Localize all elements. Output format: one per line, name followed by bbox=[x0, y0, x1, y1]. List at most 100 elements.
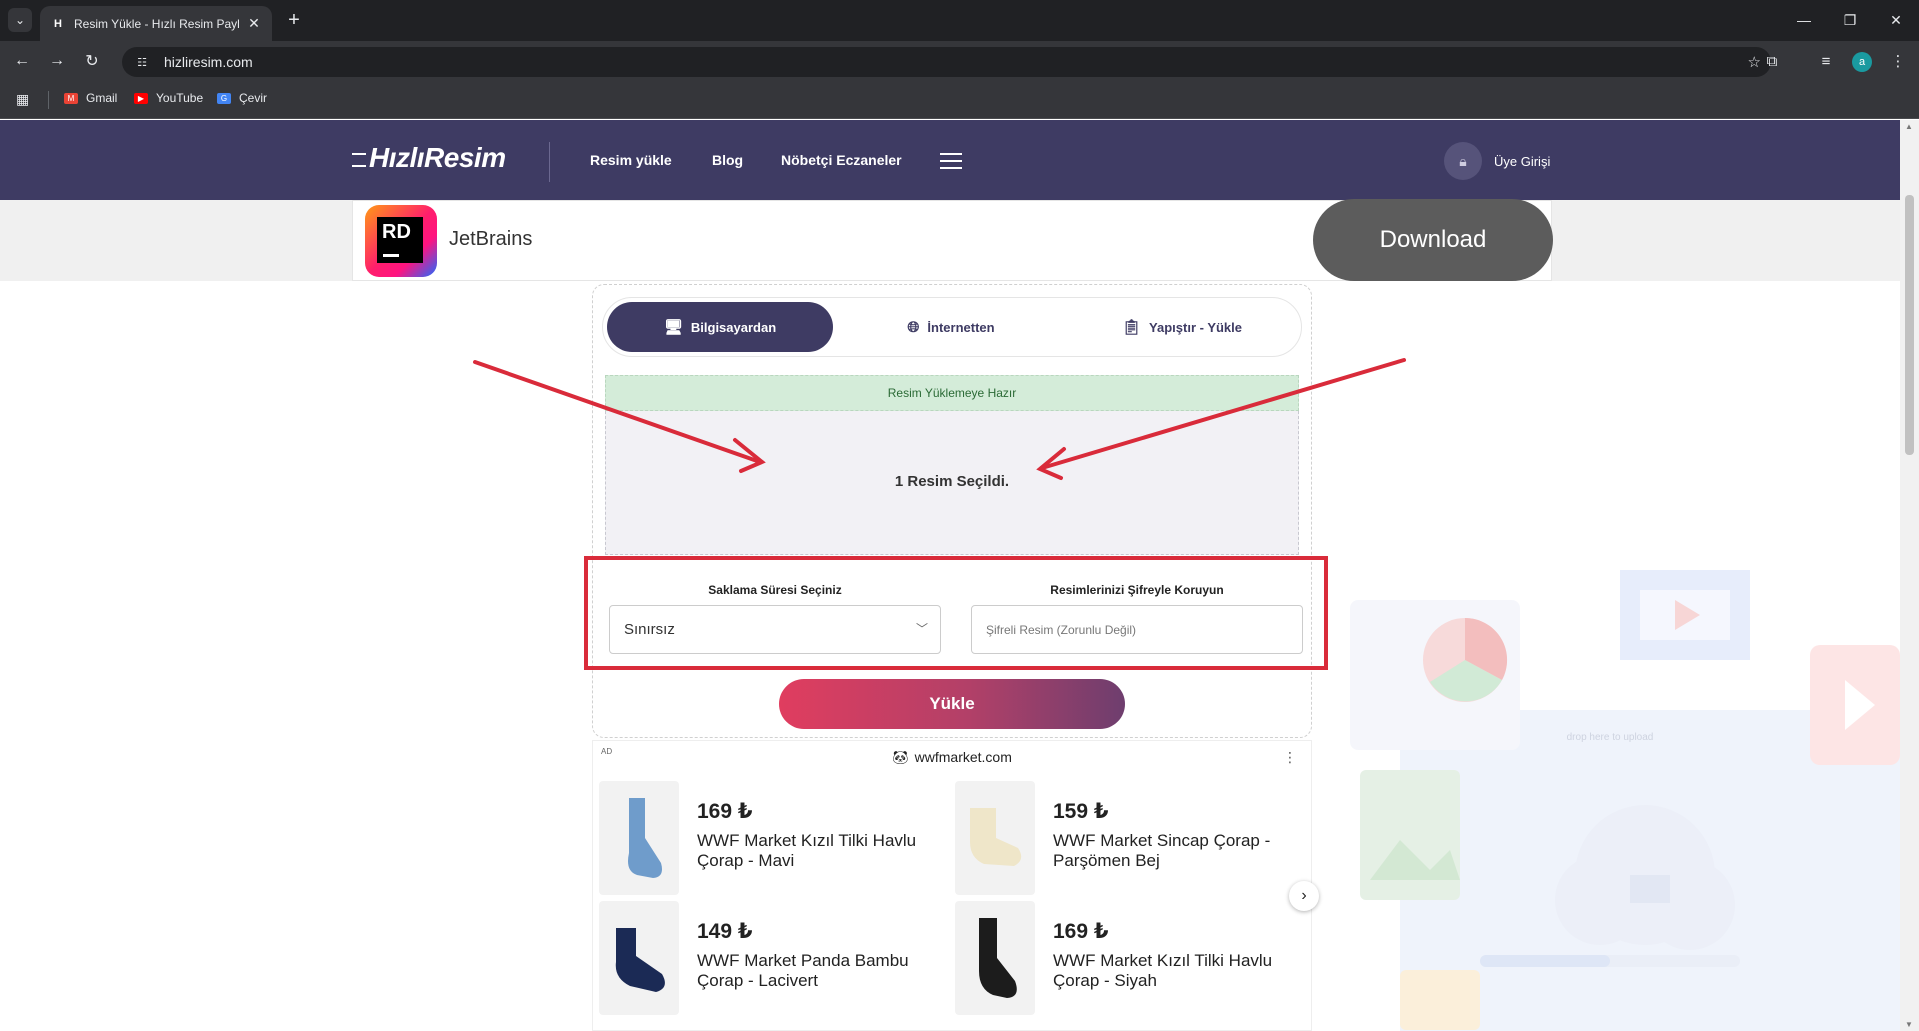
globe-icon: 🌐︎ bbox=[907, 318, 920, 336]
tab-search-button[interactable]: ⌄ bbox=[8, 8, 32, 32]
product-card[interactable]: 159 ₺ WWF Market Sincap Çorap - Parşömen… bbox=[949, 781, 1289, 897]
chevron-down-icon: ﹀ bbox=[915, 622, 928, 636]
hamburger-menu-icon[interactable] bbox=[940, 153, 962, 169]
jetbrains-ad-banner[interactable]: RD JetBrains Download bbox=[352, 199, 1553, 281]
sock-image bbox=[955, 781, 1035, 895]
bookmark-gmail[interactable]: M Gmail bbox=[64, 91, 117, 105]
product-name: WWF Market Sincap Çorap - Parşömen Bej bbox=[1053, 831, 1271, 870]
site-info-icon[interactable]: ☷ bbox=[132, 52, 152, 72]
panda-icon: 🐼︎ bbox=[892, 750, 909, 765]
password-label: Resimlerinizi Şifreyle Koruyun bbox=[1050, 583, 1224, 597]
bookmark-label: Gmail bbox=[86, 91, 118, 105]
media-control-icon[interactable]: ≡ bbox=[1814, 49, 1838, 73]
minimize-button[interactable]: — bbox=[1792, 8, 1816, 32]
product-price: 149 ₺ bbox=[697, 920, 753, 943]
product-price: 169 ₺ bbox=[697, 800, 753, 823]
nav-blog[interactable]: Blog bbox=[712, 152, 743, 168]
upload-status: Resim Yüklemeye Hazır bbox=[605, 375, 1299, 411]
address-bar[interactable]: ☷ hizliresim.com ☆ bbox=[122, 47, 1771, 77]
ad-brand: JetBrains bbox=[449, 228, 533, 250]
ad-domain-text: wwfmarket.com bbox=[914, 749, 1012, 765]
sock-image bbox=[599, 901, 679, 1015]
extensions-icon[interactable]: ⧉ bbox=[1760, 49, 1784, 73]
browser-toolbar: ← → ↻ ☷ hizliresim.com ☆ bbox=[0, 41, 1919, 81]
product-card[interactable]: 169 ₺ WWF Market Kızıl Tilki Havlu Çorap… bbox=[593, 781, 933, 897]
translate-icon: G bbox=[217, 92, 231, 104]
password-input[interactable] bbox=[971, 605, 1303, 654]
drop-zone[interactable]: 1 Resim Seçildi. bbox=[605, 411, 1299, 555]
bookmark-star-icon[interactable]: ☆ bbox=[1748, 53, 1761, 71]
storage-value: Sınırsız bbox=[624, 621, 675, 638]
tab-label: Bilgisayardan bbox=[690, 319, 777, 335]
scroll-up-icon[interactable]: ▲ bbox=[1905, 122, 1913, 131]
product-card[interactable]: 149 ₺ WWF Market Panda Bambu Çorap - Lac… bbox=[593, 901, 933, 1017]
reload-button[interactable]: ↻ bbox=[80, 49, 104, 73]
lock-icon: 🔒︎ bbox=[1444, 142, 1482, 180]
site-favicon-icon: H bbox=[54, 17, 62, 30]
upload-panel: 🖥︎ Bilgisayardan 🌐︎ İnternetten 📋︎ Yapış… bbox=[592, 284, 1312, 738]
rd-logo-text: RD bbox=[382, 221, 411, 243]
ad-domain[interactable]: 🐼︎ wwfmarket.com bbox=[593, 749, 1311, 766]
restore-button[interactable]: ❐ bbox=[1838, 8, 1862, 32]
upload-source-tabs: 🖥︎ Bilgisayardan 🌐︎ İnternetten 📋︎ Yapış… bbox=[602, 297, 1302, 357]
bookmark-label: Çevir bbox=[239, 91, 268, 105]
back-button[interactable]: ← bbox=[10, 49, 34, 73]
product-name: WWF Market Kızıl Tilki Havlu Çorap - Siy… bbox=[1053, 951, 1273, 990]
tab-label: İnternetten bbox=[927, 319, 995, 335]
download-button[interactable]: Download bbox=[1313, 199, 1553, 281]
carousel-next-button[interactable]: › bbox=[1289, 881, 1319, 911]
site-header: HızlıResim Resim yükle Blog Nöbetçi Ecza… bbox=[0, 120, 1900, 200]
upload-submit-button[interactable]: Yükle bbox=[779, 679, 1125, 729]
storage-label: Saklama Süresi Seçiniz bbox=[708, 583, 842, 597]
close-window-button[interactable]: ✕ bbox=[1884, 8, 1908, 32]
sock-image bbox=[599, 781, 679, 895]
tab-bilgisayardan[interactable]: 🖥︎ Bilgisayardan bbox=[607, 302, 833, 352]
gmail-icon: M bbox=[64, 92, 78, 104]
nav-nobetci-eczaneler[interactable]: Nöbetçi Eczaneler bbox=[781, 152, 902, 168]
login-button[interactable]: 🔒︎ Üye Girişi bbox=[1444, 142, 1550, 180]
product-ad: AD 🐼︎ wwfmarket.com ⋮ 169 ₺ WWF Market Kı… bbox=[592, 740, 1319, 1031]
menu-kebab-icon[interactable]: ⋮ bbox=[1886, 49, 1910, 73]
youtube-icon: ▶ bbox=[134, 92, 148, 104]
tab-internetten[interactable]: 🌐︎ İnternetten bbox=[838, 302, 1064, 352]
speed-lines-icon bbox=[352, 152, 366, 167]
header-divider bbox=[549, 142, 550, 182]
background-illustration: drop here to upload bbox=[1350, 570, 1900, 1031]
sock-image bbox=[955, 901, 1035, 1015]
new-tab-button[interactable]: + bbox=[282, 8, 306, 32]
product-name: WWF Market Panda Bambu Çorap - Lacivert bbox=[697, 951, 909, 990]
scroll-down-icon[interactable]: ▼ bbox=[1905, 1020, 1913, 1029]
bookmark-translate[interactable]: G Çevir bbox=[217, 91, 267, 105]
browser-tab[interactable]: H Resim Yükle - Hızlı Resim Paylaş ✕ bbox=[40, 6, 272, 41]
nav-resim-yukle[interactable]: Resim yükle bbox=[590, 152, 672, 168]
apps-grid-icon[interactable]: ▦ bbox=[16, 91, 29, 108]
product-price: 169 ₺ bbox=[1053, 920, 1109, 943]
clipboard-icon: 📋︎ bbox=[1121, 319, 1142, 336]
browser-tabbar: ⌄ H Resim Yükle - Hızlı Resim Paylaş ✕ +… bbox=[0, 0, 1919, 41]
page-scrollbar[interactable]: ▲ ▼ bbox=[1900, 120, 1919, 1031]
bookmarks-bar: ▦ M Gmail ▶ YouTube G Çevir bbox=[0, 81, 1919, 119]
bookmark-separator bbox=[48, 91, 49, 109]
url-text: hizliresim.com bbox=[164, 54, 253, 70]
product-price: 159 ₺ bbox=[1053, 800, 1109, 823]
site-logo[interactable]: HızlıResim bbox=[352, 142, 506, 174]
tab-title: Resim Yükle - Hızlı Resim Paylaş bbox=[74, 16, 240, 31]
monitor-icon: 🖥︎ bbox=[663, 319, 683, 336]
tab-label: Yapıştır - Yükle bbox=[1149, 319, 1242, 335]
background-hint: drop here to upload bbox=[1567, 732, 1654, 743]
rider-logo-icon: RD bbox=[365, 205, 437, 277]
bookmark-label: YouTube bbox=[156, 91, 204, 105]
login-label: Üye Girişi bbox=[1494, 153, 1551, 169]
storage-duration-select[interactable]: Sınırsız ﹀ bbox=[609, 605, 941, 654]
ad-options-icon[interactable]: ⋮ bbox=[1283, 749, 1297, 766]
profile-avatar[interactable]: a bbox=[1852, 52, 1872, 72]
bookmark-youtube[interactable]: ▶ YouTube bbox=[134, 91, 203, 105]
scrollbar-thumb[interactable] bbox=[1905, 195, 1914, 455]
tab-close-icon[interactable]: ✕ bbox=[246, 15, 262, 32]
product-name: WWF Market Kızıl Tilki Havlu Çorap - Mav… bbox=[697, 831, 917, 870]
selected-message: 1 Resim Seçildi. bbox=[894, 473, 1010, 490]
logo-text: HızlıResim bbox=[369, 142, 506, 173]
product-card[interactable]: 169 ₺ WWF Market Kızıl Tilki Havlu Çorap… bbox=[949, 901, 1289, 1017]
forward-button[interactable]: → bbox=[45, 49, 69, 73]
tab-yapistir-yukle[interactable]: 📋︎ Yapıştır - Yükle bbox=[1069, 302, 1295, 352]
